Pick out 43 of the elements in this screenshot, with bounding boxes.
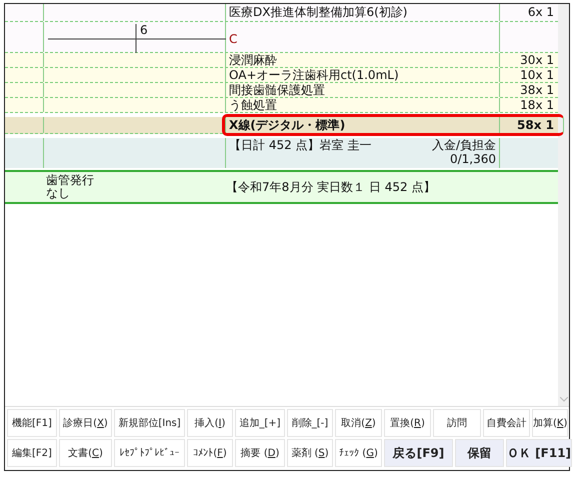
toolbar-button[interactable]: 訪問 bbox=[433, 409, 481, 437]
toolbar-button[interactable]: 新規部位[Ins] bbox=[114, 409, 185, 437]
points: 58x 1 bbox=[517, 118, 554, 132]
procedure-name[interactable]: 間接歯髄保護処置 bbox=[229, 83, 325, 97]
toolbar-button[interactable]: 加算(K) bbox=[532, 409, 568, 437]
toolbar-button[interactable]: ｺﾒﾝﾄ(F) bbox=[187, 439, 233, 467]
toolbar-button[interactable]: 追加_[+] bbox=[235, 409, 285, 437]
toolbar-button[interactable]: 取消(Z) bbox=[335, 409, 382, 437]
points: 6x 1 bbox=[528, 5, 554, 19]
status-value: なし bbox=[46, 187, 71, 200]
toolbar-button[interactable]: ﾁｪｯｸ (G) bbox=[335, 439, 382, 467]
toolbar-button[interactable]: 保留 bbox=[455, 439, 504, 467]
procedure-name[interactable]: X線(デジタル・標準) bbox=[229, 118, 346, 132]
procedure-name[interactable]: 浸潤麻酔 bbox=[229, 53, 277, 67]
toolbar-button[interactable]: ＯＫ [F11] bbox=[506, 439, 572, 467]
procedure-name[interactable]: う蝕処置 bbox=[229, 98, 277, 112]
points: 18x 1 bbox=[520, 98, 554, 112]
toolbar-button[interactable]: ﾚｾﾌﾟﾄﾌﾟﾚﾋﾞｭｰ bbox=[114, 439, 185, 467]
status-label: 歯管発行 bbox=[46, 174, 95, 187]
daily-total: 【日計 452 点】岩室 圭一 bbox=[229, 138, 372, 154]
points: 38x 1 bbox=[520, 83, 554, 97]
toolbar-button[interactable]: 置換(R) bbox=[384, 409, 431, 437]
toolbar-button[interactable]: 自費会計 bbox=[483, 409, 530, 437]
payment-label: 入金/負担金 bbox=[432, 138, 496, 152]
toolbar-button[interactable]: 文書(C) bbox=[59, 439, 112, 467]
tooth-number: 6 bbox=[140, 23, 148, 37]
toolbar-button[interactable]: 機能[F1] bbox=[7, 409, 57, 437]
diagnosis-code: C bbox=[229, 32, 238, 46]
toolbar-button[interactable]: 編集[F2] bbox=[7, 439, 57, 467]
toolbar-button[interactable]: 薬剤 (S) bbox=[287, 439, 333, 467]
scrollbar[interactable] bbox=[558, 4, 569, 406]
toolbar-button[interactable]: 診療日(X) bbox=[59, 409, 112, 437]
toolbar-button[interactable]: 挿入(I) bbox=[187, 409, 233, 437]
procedure-name: 医療DX推進体制整備加算6(初診) bbox=[229, 5, 408, 19]
payment-amount: 0/1,360 bbox=[450, 152, 496, 166]
monthly-summary: 【令和7年8月分 実日数１ 日 452 点】 bbox=[226, 180, 436, 194]
scroll-down-icon[interactable] bbox=[560, 397, 568, 402]
toolbar-button[interactable]: 戻る[F9] bbox=[384, 439, 453, 467]
points: 10x 1 bbox=[520, 68, 554, 82]
points: 30x 1 bbox=[520, 53, 554, 67]
toolbar-button[interactable]: 摘要 (D) bbox=[235, 439, 285, 467]
toolbar-button[interactable]: 削除_[-] bbox=[287, 409, 333, 437]
procedure-name[interactable]: OA+オーラ注歯科用ct(1.0mL) bbox=[229, 68, 399, 82]
